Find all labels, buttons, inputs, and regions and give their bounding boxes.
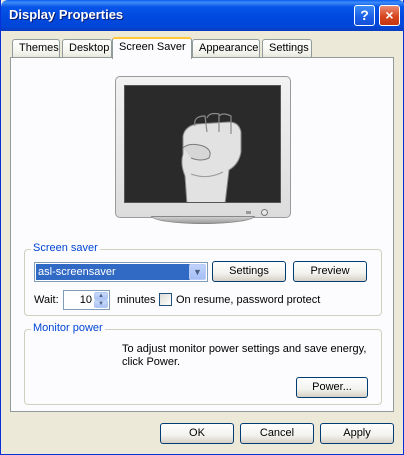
password-protect-checkbox[interactable]	[159, 293, 172, 306]
monitor-preview	[115, 76, 291, 224]
ok-button[interactable]: OK	[160, 423, 234, 444]
screen-saver-select[interactable]: asl-screensaver ▼	[34, 262, 208, 282]
monitor-power-group-label: Monitor power	[31, 322, 105, 334]
screen-saver-settings-button[interactable]: Settings	[212, 261, 286, 282]
monitor-vent	[246, 211, 251, 214]
cancel-button[interactable]: Cancel	[240, 423, 314, 444]
screen-saver-selected-value: asl-screensaver	[36, 264, 190, 280]
title-bar[interactable]: Display Properties ? ×	[1, 0, 404, 31]
help-button[interactable]: ?	[354, 5, 375, 26]
monitor-power-description: To adjust monitor power settings and sav…	[122, 343, 367, 368]
tab-themes[interactable]: Themes	[12, 39, 60, 58]
spin-up-icon[interactable]: ▲	[94, 292, 108, 300]
window-title: Display Properties	[9, 7, 124, 22]
wait-minutes-stepper[interactable]: 10 ▲ ▼	[63, 290, 110, 310]
tab-settings[interactable]: Settings	[262, 39, 312, 58]
wait-label: Wait:	[34, 294, 59, 306]
screensaver-preview-screen	[124, 85, 281, 203]
hand-sign-image	[125, 86, 280, 202]
preview-button[interactable]: Preview	[293, 261, 367, 282]
spin-down-icon[interactable]: ▼	[94, 300, 108, 308]
minutes-label: minutes	[117, 294, 156, 306]
screen-saver-group-label: Screen saver	[31, 242, 100, 254]
close-button[interactable]: ×	[379, 5, 400, 26]
wait-minutes-value[interactable]: 10	[80, 294, 92, 306]
tab-screen-saver[interactable]: Screen Saver	[112, 37, 192, 59]
tab-appearance[interactable]: Appearance	[192, 39, 260, 58]
monitor-stand	[151, 216, 255, 224]
display-properties-window: Display Properties ? × Themes Desktop Sc…	[0, 0, 404, 455]
apply-button[interactable]: Apply	[320, 423, 394, 444]
monitor-power-led-icon	[261, 209, 268, 216]
power-button[interactable]: Power...	[296, 377, 368, 398]
chevron-down-icon[interactable]: ▼	[189, 264, 206, 280]
password-protect-label[interactable]: On resume, password protect	[176, 294, 320, 306]
tab-desktop[interactable]: Desktop	[62, 39, 112, 58]
